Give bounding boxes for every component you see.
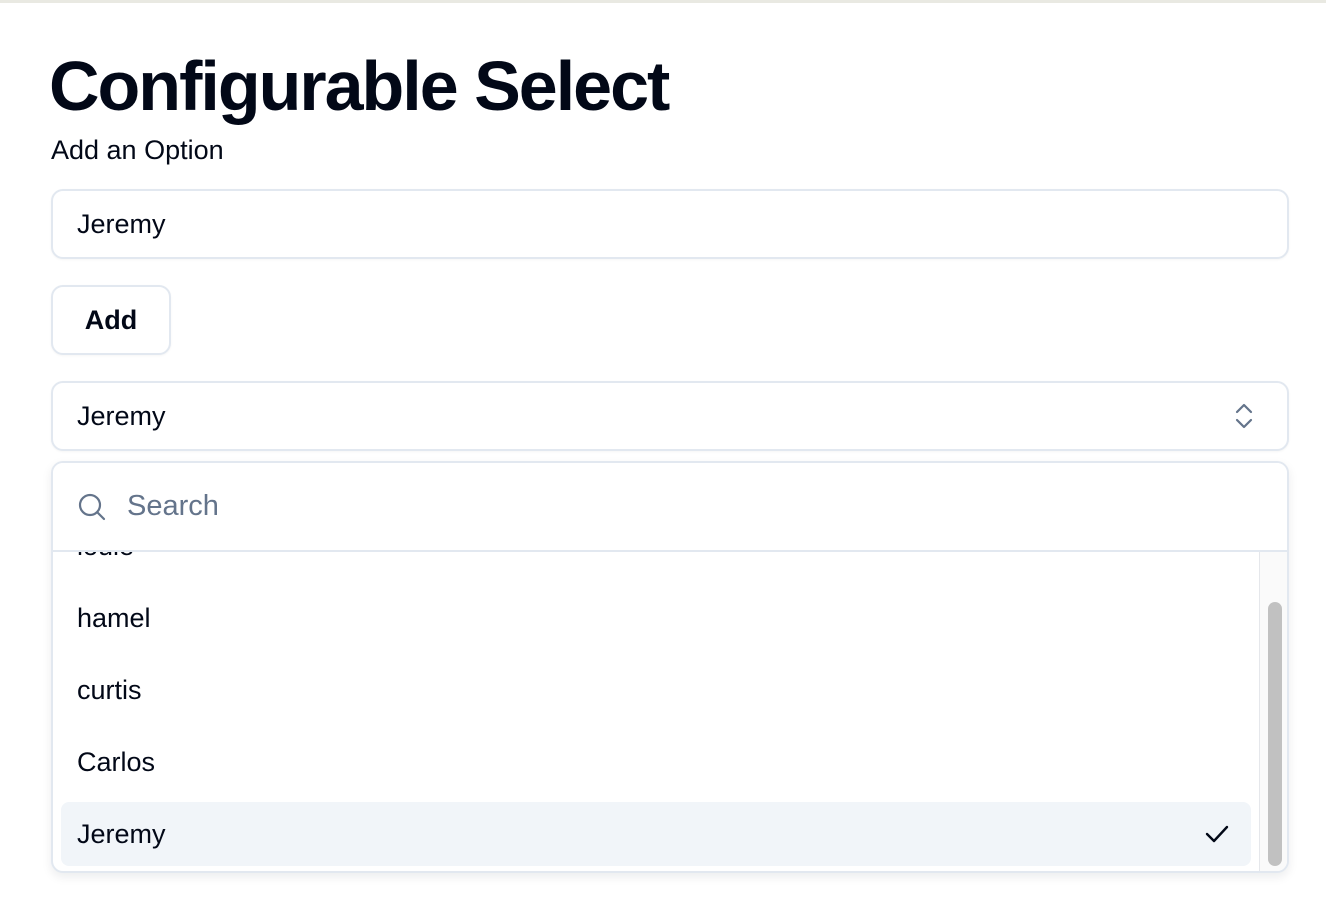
search-row [53,463,1287,552]
options-list[interactable]: louie hamel curtis Carlos Jeremy [53,552,1259,871]
search-input[interactable] [125,489,1129,524]
option-label: hamel [77,602,151,633]
scrollbar-track[interactable] [1259,552,1287,871]
chevrons-up-down-icon [1235,403,1253,429]
top-divider [0,0,1326,3]
option-louie[interactable]: louie [61,552,1251,578]
option-label: curtis [77,674,142,705]
page-title: Configurable Select [49,47,670,125]
option-carlos[interactable]: Carlos [61,730,1251,794]
select-trigger[interactable]: Jeremy [51,381,1289,451]
option-curtis[interactable]: curtis [61,658,1251,722]
option-jeremy[interactable]: Jeremy [61,802,1251,866]
check-icon [1205,825,1229,843]
option-name-input[interactable] [51,189,1289,259]
add-option-label: Add an Option [51,135,224,165]
select-dropdown: louie hamel curtis Carlos Jeremy [51,461,1289,873]
scrollbar-thumb[interactable] [1268,602,1282,866]
option-label: Carlos [77,746,156,777]
select-current-value: Jeremy [77,400,166,431]
option-label: Jeremy [77,818,166,849]
search-icon [78,493,106,520]
add-button[interactable]: Add [51,285,171,355]
option-hamel[interactable]: hamel [61,586,1251,650]
option-label: louie [77,552,134,562]
